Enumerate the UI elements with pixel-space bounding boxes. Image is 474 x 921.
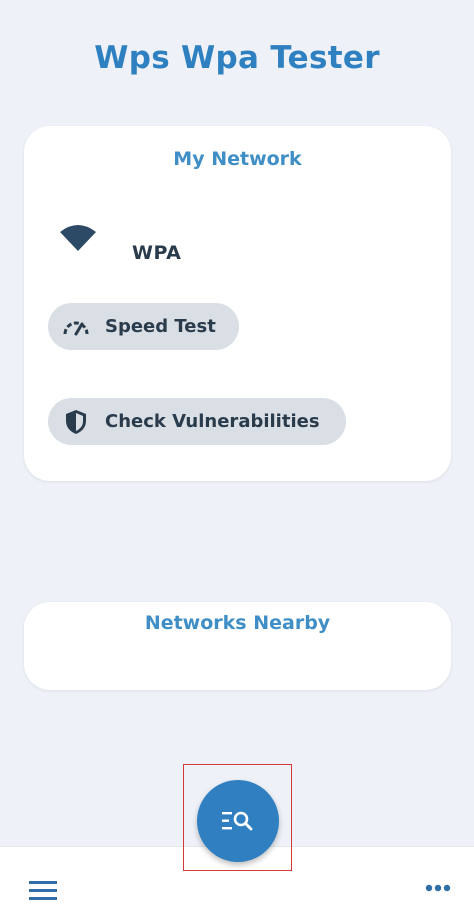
scan-networks-button[interactable] xyxy=(197,780,279,862)
menu-icon[interactable] xyxy=(29,881,57,901)
my-network-title: My Network xyxy=(173,148,302,170)
speedometer-icon xyxy=(62,314,90,340)
wifi-icon xyxy=(60,225,96,251)
list-search-icon xyxy=(222,811,253,831)
check-vulnerabilities-button[interactable]: Check Vulnerabilities xyxy=(48,398,346,445)
speed-test-label: Speed Test xyxy=(105,316,216,337)
speed-test-button[interactable]: Speed Test xyxy=(48,303,239,350)
shield-icon xyxy=(62,409,90,435)
app-title: Wps Wpa Tester xyxy=(94,40,380,76)
more-icon[interactable] xyxy=(425,883,451,893)
my-network-card: My Network WPA Speed Test Check Vulnerab… xyxy=(24,126,451,481)
security-type-label: WPA xyxy=(132,242,182,264)
networks-nearby-card: Networks Nearby xyxy=(24,602,451,690)
check-vulnerabilities-label: Check Vulnerabilities xyxy=(105,411,320,432)
networks-nearby-title: Networks Nearby xyxy=(144,612,331,634)
